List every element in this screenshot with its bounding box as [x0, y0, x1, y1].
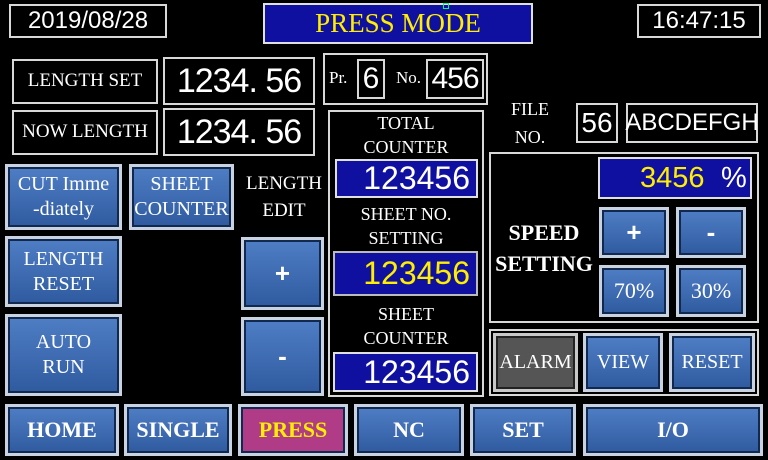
file-name: ABCDEFGH	[625, 103, 759, 143]
nav-press[interactable]: PRESS	[238, 404, 348, 456]
length-reset-line1: LENGTH	[23, 247, 104, 270]
length-set-label: LENGTH SET	[12, 59, 158, 104]
number-label: No.	[396, 68, 422, 87]
program-value: 6	[357, 59, 385, 99]
file-label-line2: NO.	[514, 126, 546, 147]
total-counter-label-1: TOTAL	[377, 112, 435, 133]
nav-io[interactable]: I/O	[583, 404, 763, 456]
program-label: Pr.	[329, 68, 348, 87]
auto-run-line2: RUN	[42, 356, 85, 378]
total-counter-label-2: COUNTER	[363, 136, 449, 157]
sheet-counter-line1: SHEET	[150, 173, 213, 195]
speed-value: 3456	[640, 162, 705, 194]
cut-immediately-button[interactable]: CUT Imme -diately	[5, 164, 122, 230]
file-number: 56	[576, 103, 618, 143]
speed-unit: %	[721, 162, 747, 194]
number-value: 456	[426, 59, 484, 99]
length-reset-line2: RESET	[32, 272, 95, 295]
length-set-value: 1234. 56	[163, 57, 315, 105]
sheet-counter-label-2: COUNTER	[363, 327, 449, 348]
alarm-button[interactable]: ALARM	[493, 333, 578, 392]
auto-run-line1: AUTO	[35, 331, 92, 353]
sheet-counter-line2: COUNTER	[134, 198, 229, 220]
speed-70-button[interactable]: 70%	[599, 265, 669, 317]
length-edit-label-1: LENGTH	[246, 173, 322, 194]
now-length-label: NOW LENGTH	[12, 110, 158, 155]
speed-label-1: SPEED	[508, 220, 580, 245]
sheet-counter-button[interactable]: SHEET COUNTER	[129, 164, 234, 230]
auto-run-button[interactable]: AUTO RUN	[5, 314, 122, 396]
time-display: 16:47:15	[637, 4, 761, 38]
reset-button[interactable]: RESET	[669, 333, 755, 392]
speed-label-2: SETTING	[495, 251, 593, 276]
speed-minus-button[interactable]: -	[676, 207, 746, 258]
date-display: 2019/08/28	[9, 4, 167, 38]
cut-line1: CUT Imme	[17, 173, 110, 195]
mode-title: PRESS MODE	[263, 3, 533, 44]
nav-single[interactable]: SINGLE	[124, 404, 232, 456]
speed-value-box[interactable]: 3456 %	[598, 157, 752, 199]
length-edit-label-2: EDIT	[262, 200, 306, 221]
sheet-setting-label-2: SETTING	[368, 227, 444, 248]
sheet-setting-label-1: SHEET NO.	[360, 203, 452, 224]
file-label-line1: FILE	[511, 98, 549, 119]
nav-home[interactable]: HOME	[5, 404, 119, 456]
length-reset-button[interactable]: LENGTH RESET	[5, 236, 122, 307]
nav-set[interactable]: SET	[470, 404, 576, 456]
sheet-counter-label-1: SHEET	[378, 303, 434, 324]
speed-30-button[interactable]: 30%	[676, 265, 746, 317]
nav-nc[interactable]: NC	[354, 404, 464, 456]
total-counter-value: 123456	[335, 159, 478, 198]
cut-line2: -diately	[32, 198, 95, 220]
sheet-setting-value[interactable]: 123456	[333, 251, 478, 296]
sheet-counter-value: 123456	[333, 352, 478, 392]
length-minus-button[interactable]: -	[241, 317, 324, 396]
length-plus-button[interactable]: +	[241, 237, 324, 310]
now-length-value: 1234. 56	[163, 108, 315, 156]
speed-plus-button[interactable]: +	[599, 207, 669, 258]
view-button[interactable]: VIEW	[583, 333, 663, 392]
cursor-marker-icon	[443, 3, 449, 9]
